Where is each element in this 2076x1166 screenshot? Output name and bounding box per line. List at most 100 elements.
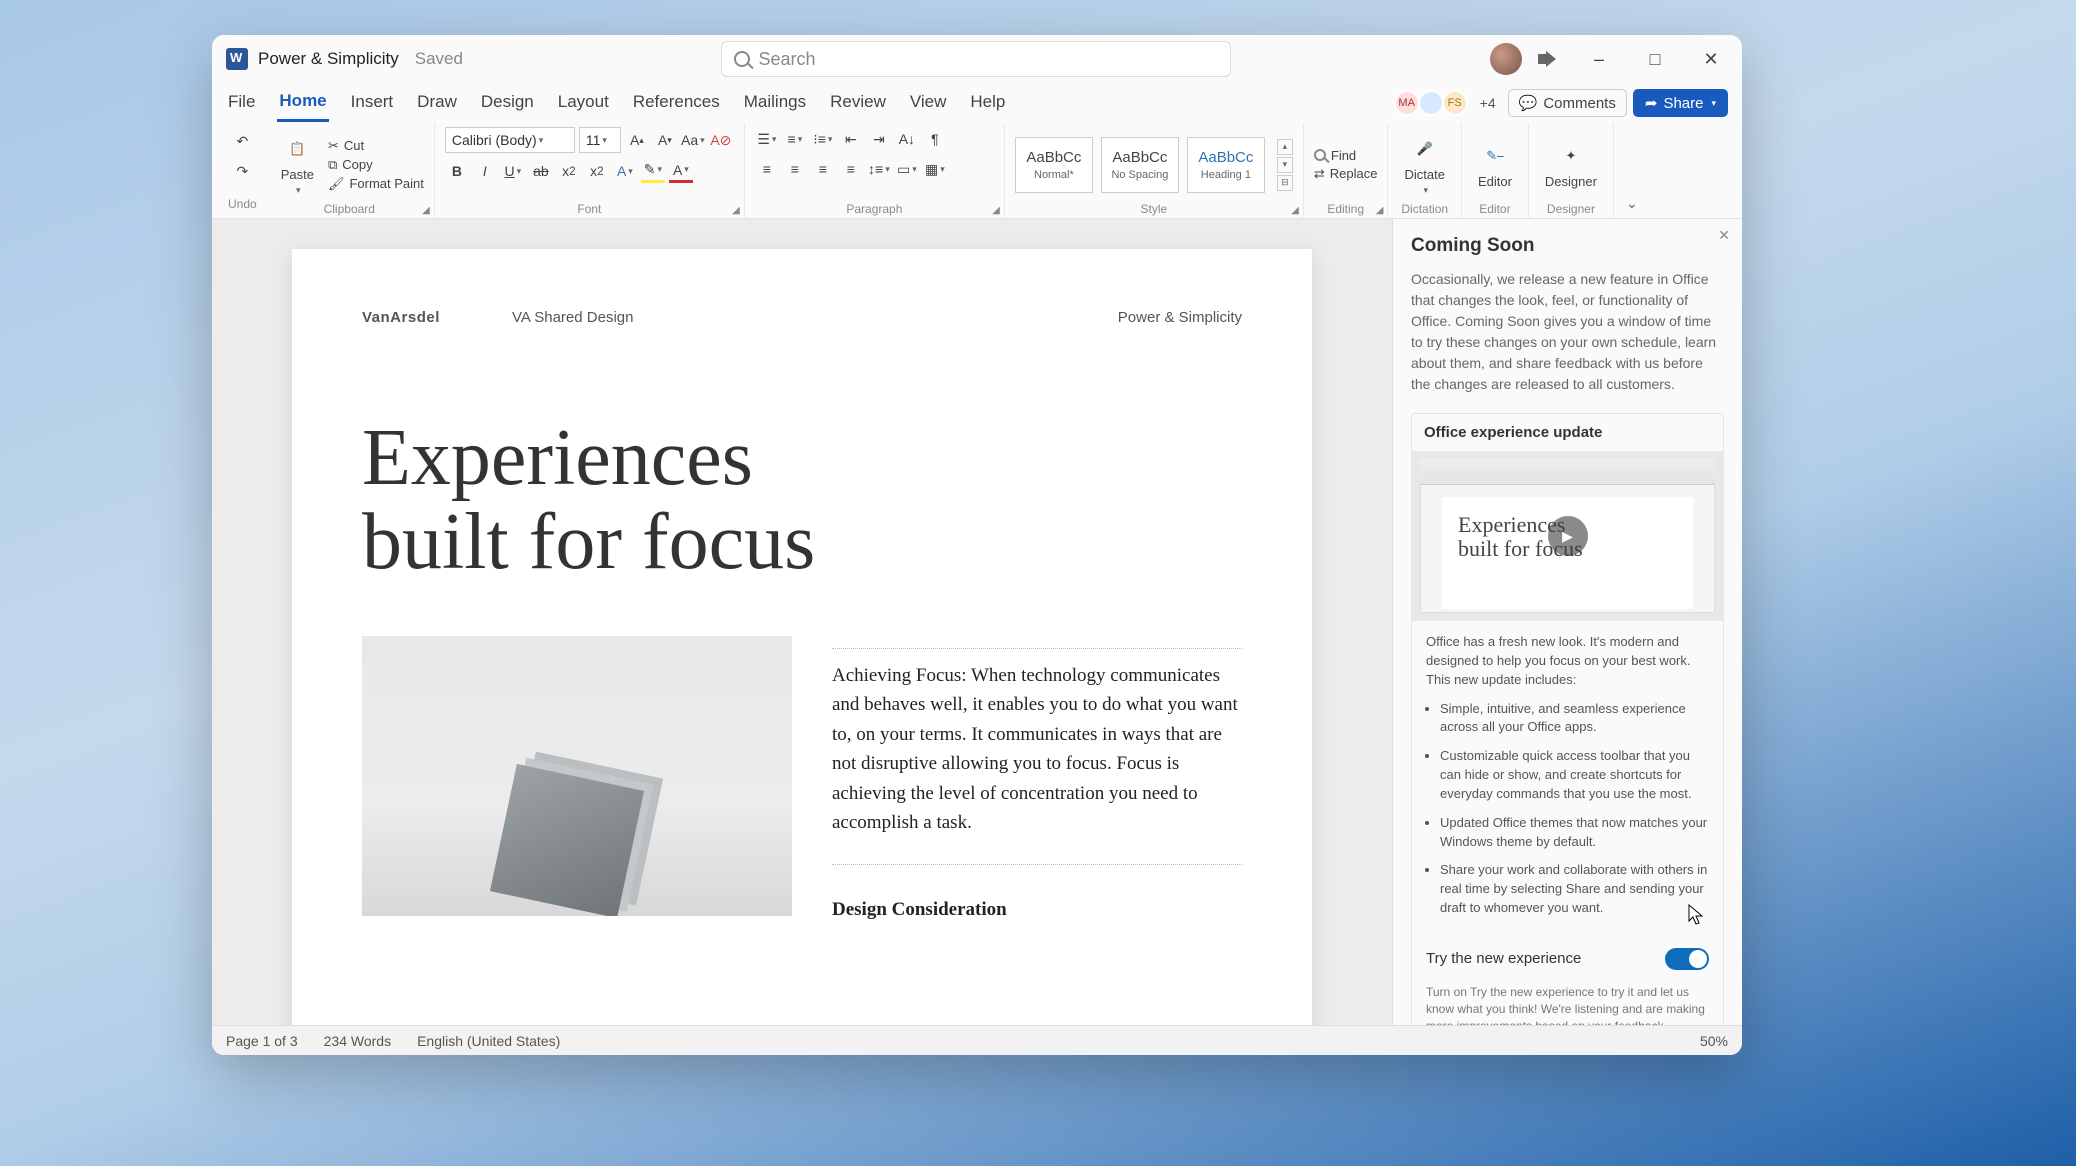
- close-button[interactable]: ✕: [1688, 39, 1734, 79]
- tab-home[interactable]: Home: [277, 85, 328, 122]
- shading-button[interactable]: ▭▾: [895, 157, 919, 181]
- tab-help[interactable]: Help: [968, 86, 1007, 120]
- share-icon: ➦: [1645, 94, 1658, 112]
- clear-formatting-button[interactable]: A⊘: [709, 128, 733, 152]
- style-heading1[interactable]: AaBbCcHeading 1: [1187, 137, 1265, 193]
- dialog-launcher-icon[interactable]: ◢: [1291, 205, 1299, 216]
- status-language[interactable]: English (United States): [417, 1033, 560, 1049]
- format-painter-button[interactable]: 🖌Format Paint: [328, 176, 424, 192]
- italic-button[interactable]: I: [473, 159, 497, 183]
- align-center-button[interactable]: ≡: [783, 157, 807, 181]
- dictate-button[interactable]: 🎤Dictate▾: [1398, 132, 1450, 198]
- tab-view[interactable]: View: [908, 86, 949, 120]
- maximize-button[interactable]: □: [1632, 39, 1678, 79]
- cut-icon: ✂: [328, 138, 339, 154]
- sort-button[interactable]: A↓: [895, 127, 919, 151]
- grow-font-button[interactable]: A▴: [625, 128, 649, 152]
- show-marks-button[interactable]: ¶: [923, 127, 947, 151]
- styles-group: AaBbCcNormal* AaBbCcNo Spacing AaBbCcHea…: [1005, 123, 1304, 218]
- line-spacing-button[interactable]: ↕≡▾: [867, 157, 891, 181]
- replace-button[interactable]: ⇄Replace: [1314, 166, 1378, 182]
- designer-button[interactable]: ✦Designer: [1539, 139, 1603, 191]
- close-pane-button[interactable]: ✕: [1718, 227, 1730, 244]
- tab-file[interactable]: File: [226, 86, 257, 120]
- strikethrough-button[interactable]: ab: [529, 159, 553, 183]
- editor-button[interactable]: ✎⎯Editor: [1472, 139, 1518, 191]
- status-page[interactable]: Page 1 of 3: [226, 1033, 298, 1049]
- subscript-button[interactable]: x2: [557, 159, 581, 183]
- status-zoom[interactable]: 50%: [1700, 1033, 1728, 1049]
- megaphone-icon[interactable]: [1538, 51, 1558, 67]
- collaborator-avatar[interactable]: [1418, 90, 1444, 116]
- undo-label: Undo: [228, 197, 257, 211]
- copy-button[interactable]: ⧉Copy: [328, 157, 424, 173]
- dictation-group: 🎤Dictate▾ Dictation: [1388, 123, 1461, 218]
- app-window: Power & Simplicity Saved Search – □ ✕ Fi…: [212, 35, 1742, 1055]
- decrease-indent-button[interactable]: ⇤: [839, 127, 863, 151]
- find-button[interactable]: Find: [1314, 148, 1378, 163]
- pane-title: Coming Soon: [1411, 235, 1724, 257]
- tab-draw[interactable]: Draw: [415, 86, 459, 120]
- user-avatar[interactable]: [1490, 43, 1522, 75]
- tab-insert[interactable]: Insert: [349, 86, 396, 120]
- collapse-ribbon-button[interactable]: ⌄: [1626, 195, 1638, 212]
- collaborator-avatar[interactable]: MA: [1394, 90, 1420, 116]
- undo-group: ↶ ↷ Undo: [220, 123, 265, 218]
- font-color-button[interactable]: A▾: [669, 159, 693, 183]
- borders-button[interactable]: ▦▾: [923, 157, 947, 181]
- document-canvas[interactable]: VanArsdel VA Shared Design Power & Simpl…: [212, 219, 1392, 1025]
- bold-button[interactable]: B: [445, 159, 469, 183]
- text-effects-button[interactable]: A▾: [613, 159, 637, 183]
- dialog-launcher-icon[interactable]: ◢: [732, 205, 740, 216]
- paste-button[interactable]: 📋 Paste ▾: [275, 132, 320, 198]
- style-nospacing[interactable]: AaBbCcNo Spacing: [1101, 137, 1179, 193]
- tab-review[interactable]: Review: [828, 86, 888, 120]
- collaborator-count[interactable]: +4: [1480, 95, 1496, 111]
- collaborator-avatar[interactable]: FS: [1442, 90, 1468, 116]
- card-thumbnail[interactable]: Experiencesbuilt for focus ▶: [1412, 451, 1723, 621]
- dialog-launcher-icon[interactable]: ◢: [992, 205, 1000, 216]
- list-item: Customizable quick access toolbar that y…: [1440, 747, 1709, 804]
- style-normal[interactable]: AaBbCcNormal*: [1015, 137, 1093, 193]
- shrink-font-button[interactable]: A▾: [653, 128, 677, 152]
- try-toggle[interactable]: [1665, 948, 1709, 970]
- share-button[interactable]: ➦ Share ▾: [1633, 89, 1728, 117]
- redo-button[interactable]: ↷: [230, 159, 254, 183]
- tab-references[interactable]: References: [631, 86, 722, 120]
- save-status: Saved: [415, 49, 463, 69]
- numbering-button[interactable]: ≡▾: [783, 127, 807, 151]
- dialog-launcher-icon[interactable]: ◢: [422, 205, 430, 216]
- designer-icon: ✦: [1556, 141, 1586, 171]
- underline-button[interactable]: U▾: [501, 159, 525, 183]
- change-case-button[interactable]: Aa▾: [681, 128, 705, 152]
- document-title: Power & Simplicity: [258, 49, 399, 69]
- minimize-button[interactable]: –: [1576, 39, 1622, 79]
- styles-scroll[interactable]: ▴▾⊟: [1277, 139, 1293, 191]
- increase-indent-button[interactable]: ⇥: [867, 127, 891, 151]
- status-words[interactable]: 234 Words: [324, 1033, 391, 1049]
- font-family-select[interactable]: Calibri (Body)▾: [445, 127, 575, 153]
- brush-icon: 🖌: [328, 176, 345, 192]
- font-size-select[interactable]: 11▾: [579, 127, 621, 153]
- status-bar: Page 1 of 3 234 Words English (United St…: [212, 1025, 1742, 1055]
- dialog-launcher-icon[interactable]: ◢: [1376, 205, 1384, 216]
- justify-button[interactable]: ≡: [839, 157, 863, 181]
- cut-button[interactable]: ✂Cut: [328, 138, 424, 154]
- highlight-button[interactable]: ✎▾: [641, 159, 665, 183]
- tab-layout[interactable]: Layout: [556, 86, 611, 120]
- align-left-button[interactable]: ≡: [755, 157, 779, 181]
- multilevel-list-button[interactable]: ⁝≡▾: [811, 127, 835, 151]
- card-title: Office experience update: [1412, 414, 1723, 451]
- bullets-button[interactable]: ☰▾: [755, 127, 779, 151]
- designer-group: ✦Designer Designer: [1529, 123, 1614, 218]
- document-page: VanArsdel VA Shared Design Power & Simpl…: [292, 249, 1312, 1025]
- tab-mailings[interactable]: Mailings: [742, 86, 808, 120]
- search-input[interactable]: Search: [721, 41, 1231, 77]
- word-app-icon: [226, 48, 248, 70]
- tab-design[interactable]: Design: [479, 86, 536, 120]
- comments-button[interactable]: 💬 Comments: [1508, 89, 1627, 117]
- try-label: Try the new experience: [1426, 950, 1581, 967]
- superscript-button[interactable]: x2: [585, 159, 609, 183]
- align-right-button[interactable]: ≡: [811, 157, 835, 181]
- undo-button[interactable]: ↶: [230, 129, 254, 153]
